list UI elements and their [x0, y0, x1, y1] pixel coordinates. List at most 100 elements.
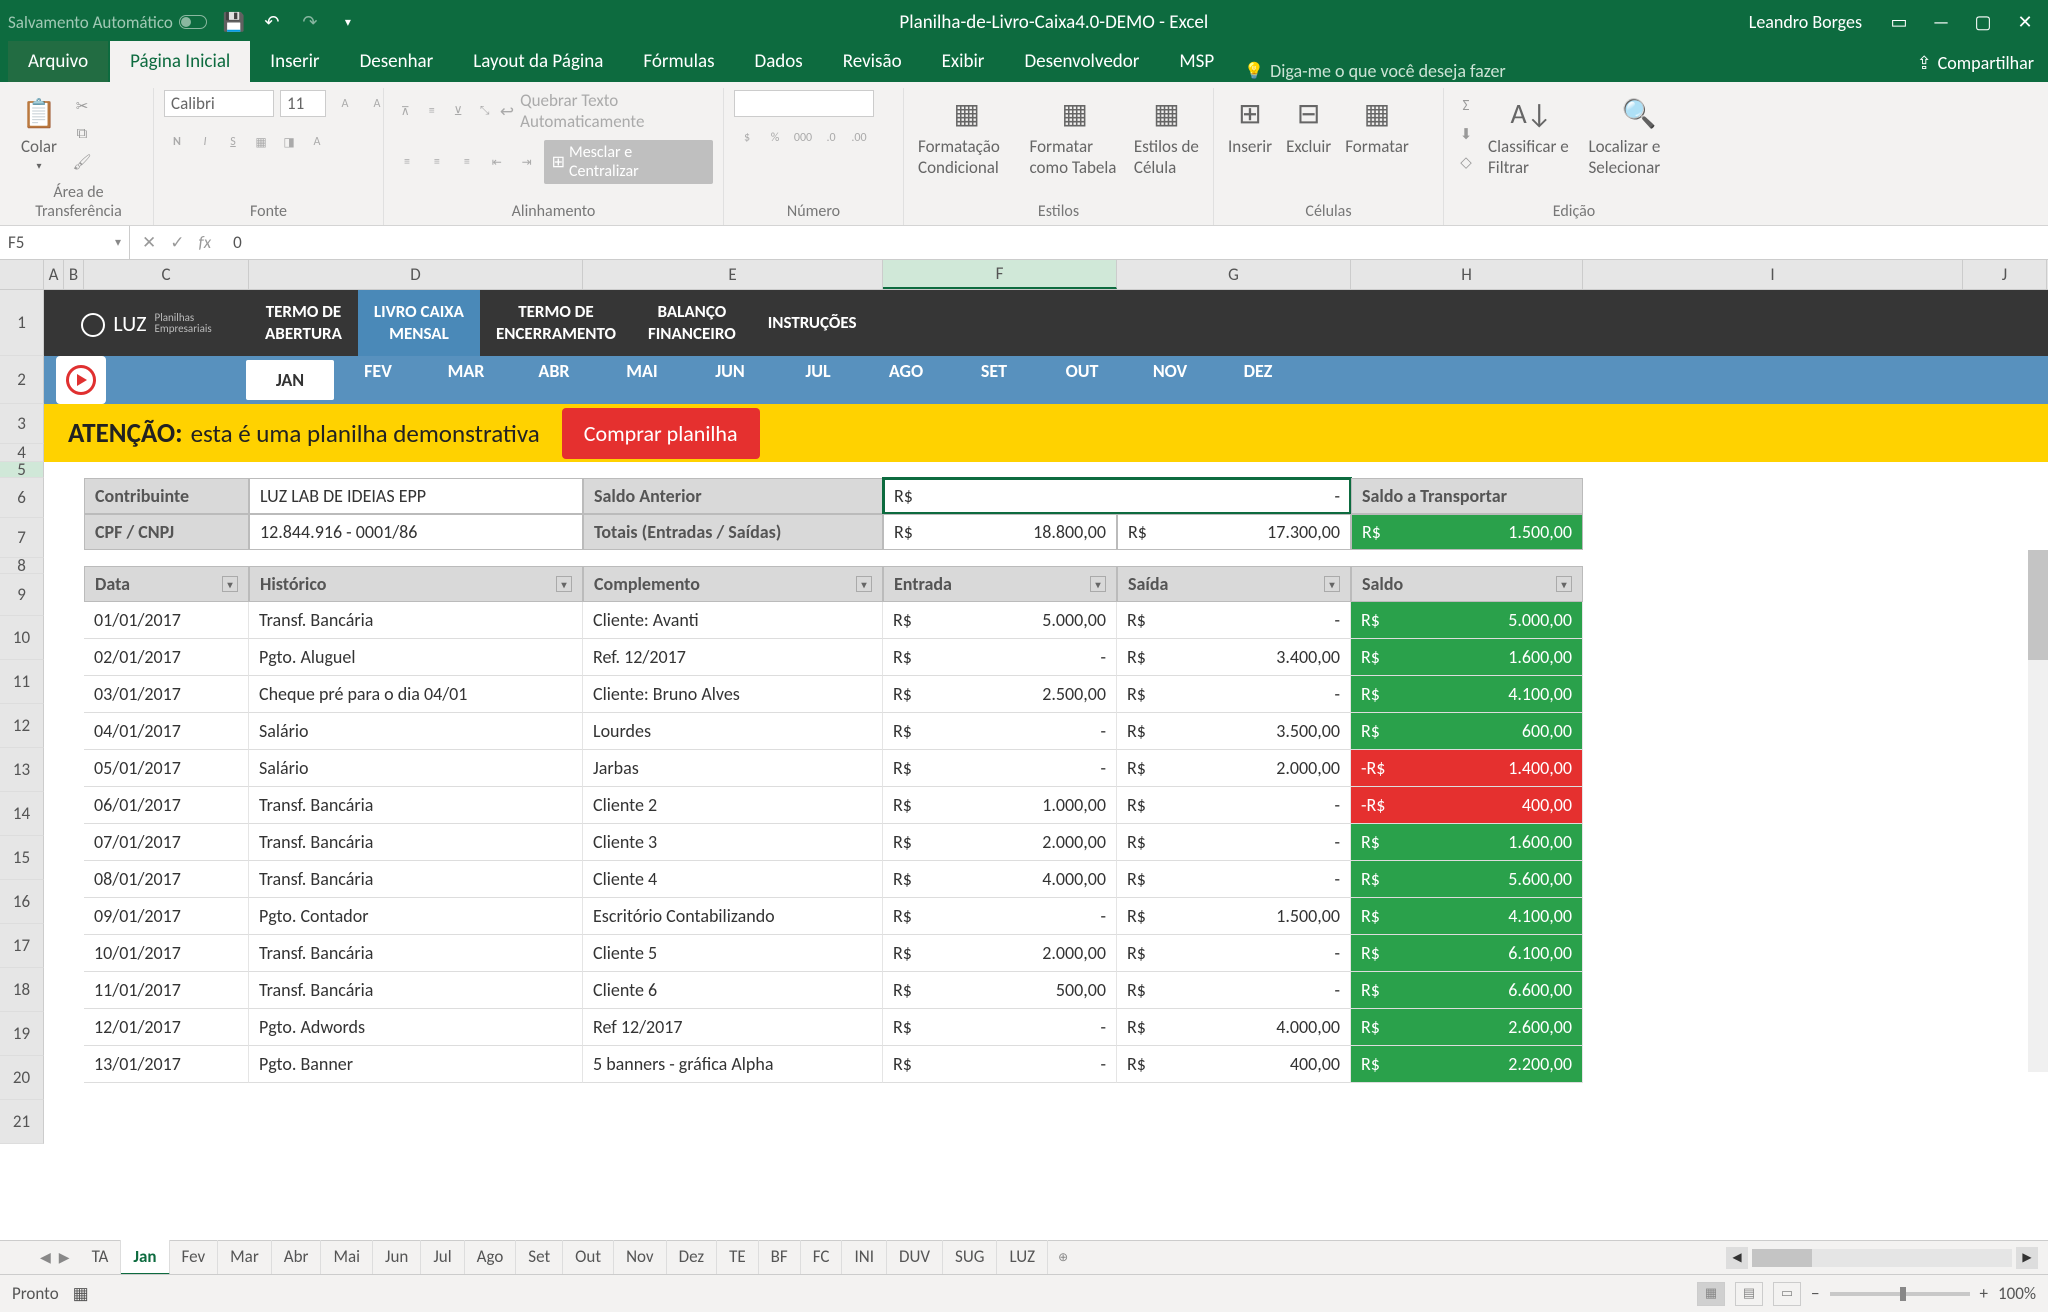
row-header[interactable]: 7 — [0, 518, 44, 558]
cell-saida[interactable]: R$- — [1117, 861, 1351, 898]
cell-data[interactable]: 09/01/2017 — [84, 898, 249, 935]
value-cpf[interactable]: 12.844.916 - 0001/86 — [249, 514, 583, 550]
tell-me-search[interactable]: 💡 Diga-me o que você deseja fazer — [1244, 60, 1506, 82]
cell-historico[interactable]: Transf. Bancária — [249, 824, 583, 861]
value-contribuinte[interactable]: LUZ LAB DE IDEIAS EPP — [249, 478, 583, 514]
fill-icon[interactable]: ⬇ — [1454, 122, 1478, 146]
zoom-out-icon[interactable]: − — [1811, 1283, 1819, 1304]
cell-entrada[interactable]: R$- — [883, 750, 1117, 787]
zoom-slider[interactable] — [1830, 1292, 1970, 1296]
sheet-tab-sug[interactable]: SUG — [943, 1240, 997, 1275]
sheet-tab-luz[interactable]: LUZ — [997, 1240, 1048, 1275]
scroll-thumb[interactable] — [2028, 550, 2048, 660]
th-data[interactable]: Data▾ — [84, 566, 249, 602]
ribbon-display-icon[interactable]: ▭ — [1884, 7, 1914, 37]
cell-entrada[interactable]: R$2.500,00 — [883, 676, 1117, 713]
qat-dropdown-icon[interactable]: ▾ — [337, 11, 359, 33]
zoom-in-icon[interactable]: + — [1980, 1283, 1988, 1304]
row-header[interactable]: 5 — [0, 462, 44, 478]
sheet-tab-ini[interactable]: INI — [842, 1240, 887, 1275]
cell-entrada[interactable]: R$2.000,00 — [883, 935, 1117, 972]
nav-termo-abertura[interactable]: TERMO DEABERTURA — [249, 290, 358, 356]
cell-historico[interactable]: Pgto. Contador — [249, 898, 583, 935]
month-tab-fev[interactable]: FEV — [334, 360, 422, 400]
delete-cells-button[interactable]: ⊟Excluir — [1282, 90, 1335, 159]
month-tab-dez[interactable]: DEZ — [1214, 360, 1302, 400]
scroll-right-icon[interactable]: ▶ — [2016, 1247, 2038, 1269]
cell-saida[interactable]: R$2.000,00 — [1117, 750, 1351, 787]
sheet-tab-bf[interactable]: BF — [759, 1240, 801, 1275]
cell-entrada[interactable]: R$5.000,00 — [883, 602, 1117, 639]
col-header-c[interactable]: C — [84, 260, 249, 289]
sheet-tab-fev[interactable]: Fev — [170, 1240, 219, 1275]
cell-complemento[interactable]: Jarbas — [583, 750, 883, 787]
sheet-tab-dez[interactable]: Dez — [667, 1240, 717, 1275]
cell-historico[interactable]: Transf. Bancária — [249, 861, 583, 898]
tab-file[interactable]: Arquivo — [8, 41, 108, 82]
close-icon[interactable]: ✕ — [2010, 7, 2040, 37]
sheet-tab-fc[interactable]: FC — [801, 1240, 843, 1275]
tab-draw[interactable]: Desenhar — [340, 41, 454, 82]
cell-historico[interactable]: Salário — [249, 713, 583, 750]
formula-input[interactable]: 0 — [223, 232, 2048, 253]
row-header[interactable]: 2 — [0, 356, 44, 404]
sheet-tab-jan[interactable]: Jan — [121, 1240, 169, 1275]
sheet-nav-prev-icon[interactable]: ◀ — [40, 1249, 51, 1266]
cell-saida[interactable]: R$- — [1117, 676, 1351, 713]
cell-complemento[interactable]: Ref. 12/2017 — [583, 639, 883, 676]
month-tab-abr[interactable]: ABR — [510, 360, 598, 400]
cut-icon[interactable]: ✂ — [70, 94, 94, 118]
month-tab-ago[interactable]: AGO — [862, 360, 950, 400]
cell-data[interactable]: 05/01/2017 — [84, 750, 249, 787]
row-header[interactable]: 8 — [0, 558, 44, 574]
cell-historico[interactable]: Salário — [249, 750, 583, 787]
cell-saida[interactable]: R$- — [1117, 935, 1351, 972]
save-icon[interactable]: 💾 — [223, 11, 245, 33]
indent-right-icon[interactable]: ⇥ — [514, 149, 540, 175]
cell-complemento[interactable]: Cliente 2 — [583, 787, 883, 824]
cell-complemento[interactable]: Cliente 3 — [583, 824, 883, 861]
format-cells-button[interactable]: ▦Formatar — [1341, 90, 1413, 159]
month-tab-jan[interactable]: JAN — [246, 360, 334, 400]
font-color-icon[interactable]: A — [304, 129, 330, 155]
cell-historico[interactable]: Cheque pré para o dia 04/01 — [249, 676, 583, 713]
border-icon[interactable]: ▦ — [248, 129, 274, 155]
view-page-break-icon[interactable]: ▭ — [1773, 1282, 1801, 1306]
cell-historico[interactable]: Transf. Bancária — [249, 602, 583, 639]
cell-data[interactable]: 02/01/2017 — [84, 639, 249, 676]
month-tab-mai[interactable]: MAI — [598, 360, 686, 400]
cell-complemento[interactable]: Ref 12/2017 — [583, 1009, 883, 1046]
col-header-j[interactable]: J — [1963, 260, 2047, 289]
row-header[interactable]: 14 — [0, 792, 44, 836]
sheet-tab-jun[interactable]: Jun — [373, 1240, 421, 1275]
col-header-i[interactable]: I — [1583, 260, 1963, 289]
tab-data[interactable]: Dados — [735, 41, 823, 82]
cell-data[interactable]: 04/01/2017 — [84, 713, 249, 750]
scroll-thumb[interactable] — [1752, 1249, 1812, 1267]
cell-data[interactable]: 10/01/2017 — [84, 935, 249, 972]
tab-formulas[interactable]: Fórmulas — [623, 41, 734, 82]
cell-data[interactable]: 11/01/2017 — [84, 972, 249, 1009]
find-select-button[interactable]: 🔍Localizar e Selecionar — [1584, 90, 1694, 180]
cell-complemento[interactable]: Cliente 6 — [583, 972, 883, 1009]
percent-icon[interactable]: % — [762, 125, 788, 151]
merge-button[interactable]: ⊞ Mesclar e Centralizar — [544, 140, 713, 184]
cell-complemento[interactable]: Cliente 5 — [583, 935, 883, 972]
undo-icon[interactable]: ↶ — [261, 11, 283, 33]
row-header[interactable]: 11 — [0, 660, 44, 704]
cell-entrada[interactable]: R$1.000,00 — [883, 787, 1117, 824]
horizontal-scrollbar[interactable]: ◀ ▶ — [1726, 1247, 2048, 1269]
nav-balanco[interactable]: BALANÇOFINANCEIRO — [632, 290, 752, 356]
row-header[interactable]: 10 — [0, 616, 44, 660]
cell-data[interactable]: 01/01/2017 — [84, 602, 249, 639]
autosave-toggle[interactable]: Salvamento Automático — [8, 12, 207, 33]
currency-icon[interactable]: $ — [734, 125, 760, 151]
month-tab-jun[interactable]: JUN — [686, 360, 774, 400]
cell-complemento[interactable]: Escritório Contabilizando — [583, 898, 883, 935]
zoom-value[interactable]: 100% — [1998, 1283, 2036, 1304]
bold-icon[interactable]: N — [164, 129, 190, 155]
row-header[interactable]: 21 — [0, 1100, 44, 1144]
tab-insert[interactable]: Inserir — [250, 41, 339, 82]
row-header[interactable]: 17 — [0, 924, 44, 968]
sheet-tab-abr[interactable]: Abr — [272, 1240, 322, 1275]
